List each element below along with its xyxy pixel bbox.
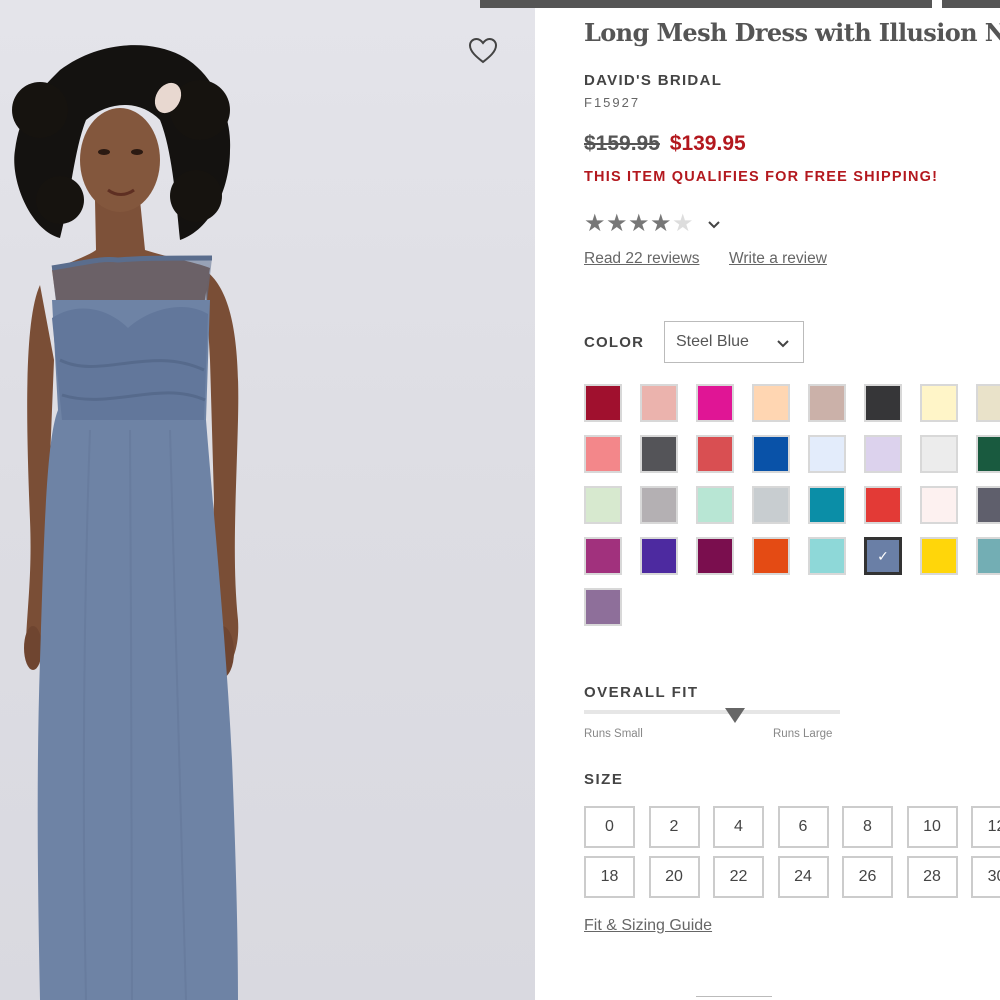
color-swatch[interactable] xyxy=(808,486,846,524)
size-option-button[interactable]: 6 xyxy=(777,806,829,848)
color-swatch[interactable] xyxy=(584,384,622,422)
fit-sizing-guide-link[interactable]: Fit & Sizing Guide xyxy=(584,917,712,935)
product-sku: F15927 xyxy=(584,95,641,110)
size-option-button[interactable]: 2 xyxy=(648,806,700,848)
color-swatch[interactable] xyxy=(584,486,622,524)
color-dropdown[interactable]: Steel Blue xyxy=(664,321,804,363)
color-swatch[interactable] xyxy=(808,384,846,422)
chevron-down-icon[interactable] xyxy=(706,216,722,232)
color-swatch[interactable] xyxy=(920,486,958,524)
color-swatch[interactable]: ✓ xyxy=(864,537,902,575)
star-icon: ★ xyxy=(606,210,628,237)
color-swatch[interactable] xyxy=(584,588,622,626)
color-swatch[interactable] xyxy=(976,384,1000,422)
color-selected-value: Steel Blue xyxy=(676,333,749,350)
star-empty-icon: ★ xyxy=(672,210,694,237)
star-rating[interactable]: ★ ★ ★ ★ ★ xyxy=(584,210,722,238)
size-label: SIZE xyxy=(584,771,624,788)
color-swatch[interactable] xyxy=(864,486,902,524)
star-icon: ★ xyxy=(584,210,606,237)
write-review-link[interactable]: Write a review xyxy=(729,250,827,268)
color-swatch[interactable] xyxy=(696,537,734,575)
fit-runs-small-label: Runs Small xyxy=(584,728,643,740)
color-label: COLOR xyxy=(584,334,645,351)
original-price: $159.95 xyxy=(584,132,660,155)
color-swatch[interactable] xyxy=(752,537,790,575)
size-option-button[interactable]: 20 xyxy=(648,856,700,898)
color-swatch[interactable] xyxy=(920,384,958,422)
read-reviews-link[interactable]: Read 22 reviews xyxy=(584,250,699,268)
overall-fit-label: OVERALL FIT xyxy=(584,684,699,701)
color-swatch[interactable] xyxy=(584,537,622,575)
size-option-button[interactable]: 22 xyxy=(713,856,764,898)
color-swatch[interactable] xyxy=(976,486,1000,524)
size-option-button[interactable]: 4 xyxy=(713,806,764,848)
color-swatch[interactable] xyxy=(976,537,1000,575)
star-icon: ★ xyxy=(650,210,672,237)
star-icon: ★ xyxy=(628,210,650,237)
color-swatch[interactable] xyxy=(640,384,678,422)
color-swatch[interactable] xyxy=(752,435,790,473)
size-option-button[interactable]: 10 xyxy=(906,806,958,848)
size-option-button[interactable]: 24 xyxy=(777,856,829,898)
divider xyxy=(696,996,772,1000)
check-icon: ✓ xyxy=(877,547,889,564)
fit-scale-track xyxy=(584,710,840,714)
chevron-down-icon xyxy=(777,340,789,348)
color-swatch[interactable] xyxy=(696,384,734,422)
product-info-panel: Long Mesh Dress with Illusion Neckline D… xyxy=(584,0,1000,1000)
color-swatch[interactable] xyxy=(640,486,678,524)
color-swatch[interactable] xyxy=(976,435,1000,473)
free-shipping-note: THIS ITEM QUALIFIES FOR FREE SHIPPING! xyxy=(584,169,939,185)
size-option-button[interactable]: 26 xyxy=(842,856,893,898)
size-option-button[interactable]: 12 xyxy=(971,806,1000,848)
color-swatch[interactable] xyxy=(752,486,790,524)
price-row: $159.95 $139.95 xyxy=(584,132,746,156)
size-option-button[interactable]: 28 xyxy=(906,856,958,898)
product-title: Long Mesh Dress with Illusion Neckline xyxy=(584,18,1000,47)
sale-price: $139.95 xyxy=(669,132,746,155)
product-photo[interactable] xyxy=(0,0,535,1000)
wishlist-heart-icon[interactable] xyxy=(466,34,500,68)
color-swatch[interactable] xyxy=(752,384,790,422)
size-option-button[interactable]: 30 xyxy=(971,856,1000,898)
fit-runs-large-label: Runs Large xyxy=(773,728,833,740)
brand-name: DAVID'S BRIDAL xyxy=(584,72,723,89)
fit-indicator-icon xyxy=(725,708,746,723)
color-swatch[interactable] xyxy=(920,435,958,473)
color-swatch[interactable] xyxy=(808,435,846,473)
color-swatch[interactable] xyxy=(640,537,678,575)
color-swatch[interactable] xyxy=(808,537,846,575)
size-option-button[interactable]: 18 xyxy=(584,856,635,898)
color-swatch[interactable] xyxy=(864,384,902,422)
color-swatch[interactable] xyxy=(640,435,678,473)
color-swatch[interactable] xyxy=(920,537,958,575)
color-swatch[interactable] xyxy=(696,435,734,473)
size-option-button[interactable]: 8 xyxy=(842,806,893,848)
color-swatch[interactable] xyxy=(864,435,902,473)
color-swatch[interactable] xyxy=(584,435,622,473)
color-swatch[interactable] xyxy=(696,486,734,524)
model-illustration xyxy=(12,45,239,1000)
size-option-button[interactable]: 0 xyxy=(584,806,635,848)
